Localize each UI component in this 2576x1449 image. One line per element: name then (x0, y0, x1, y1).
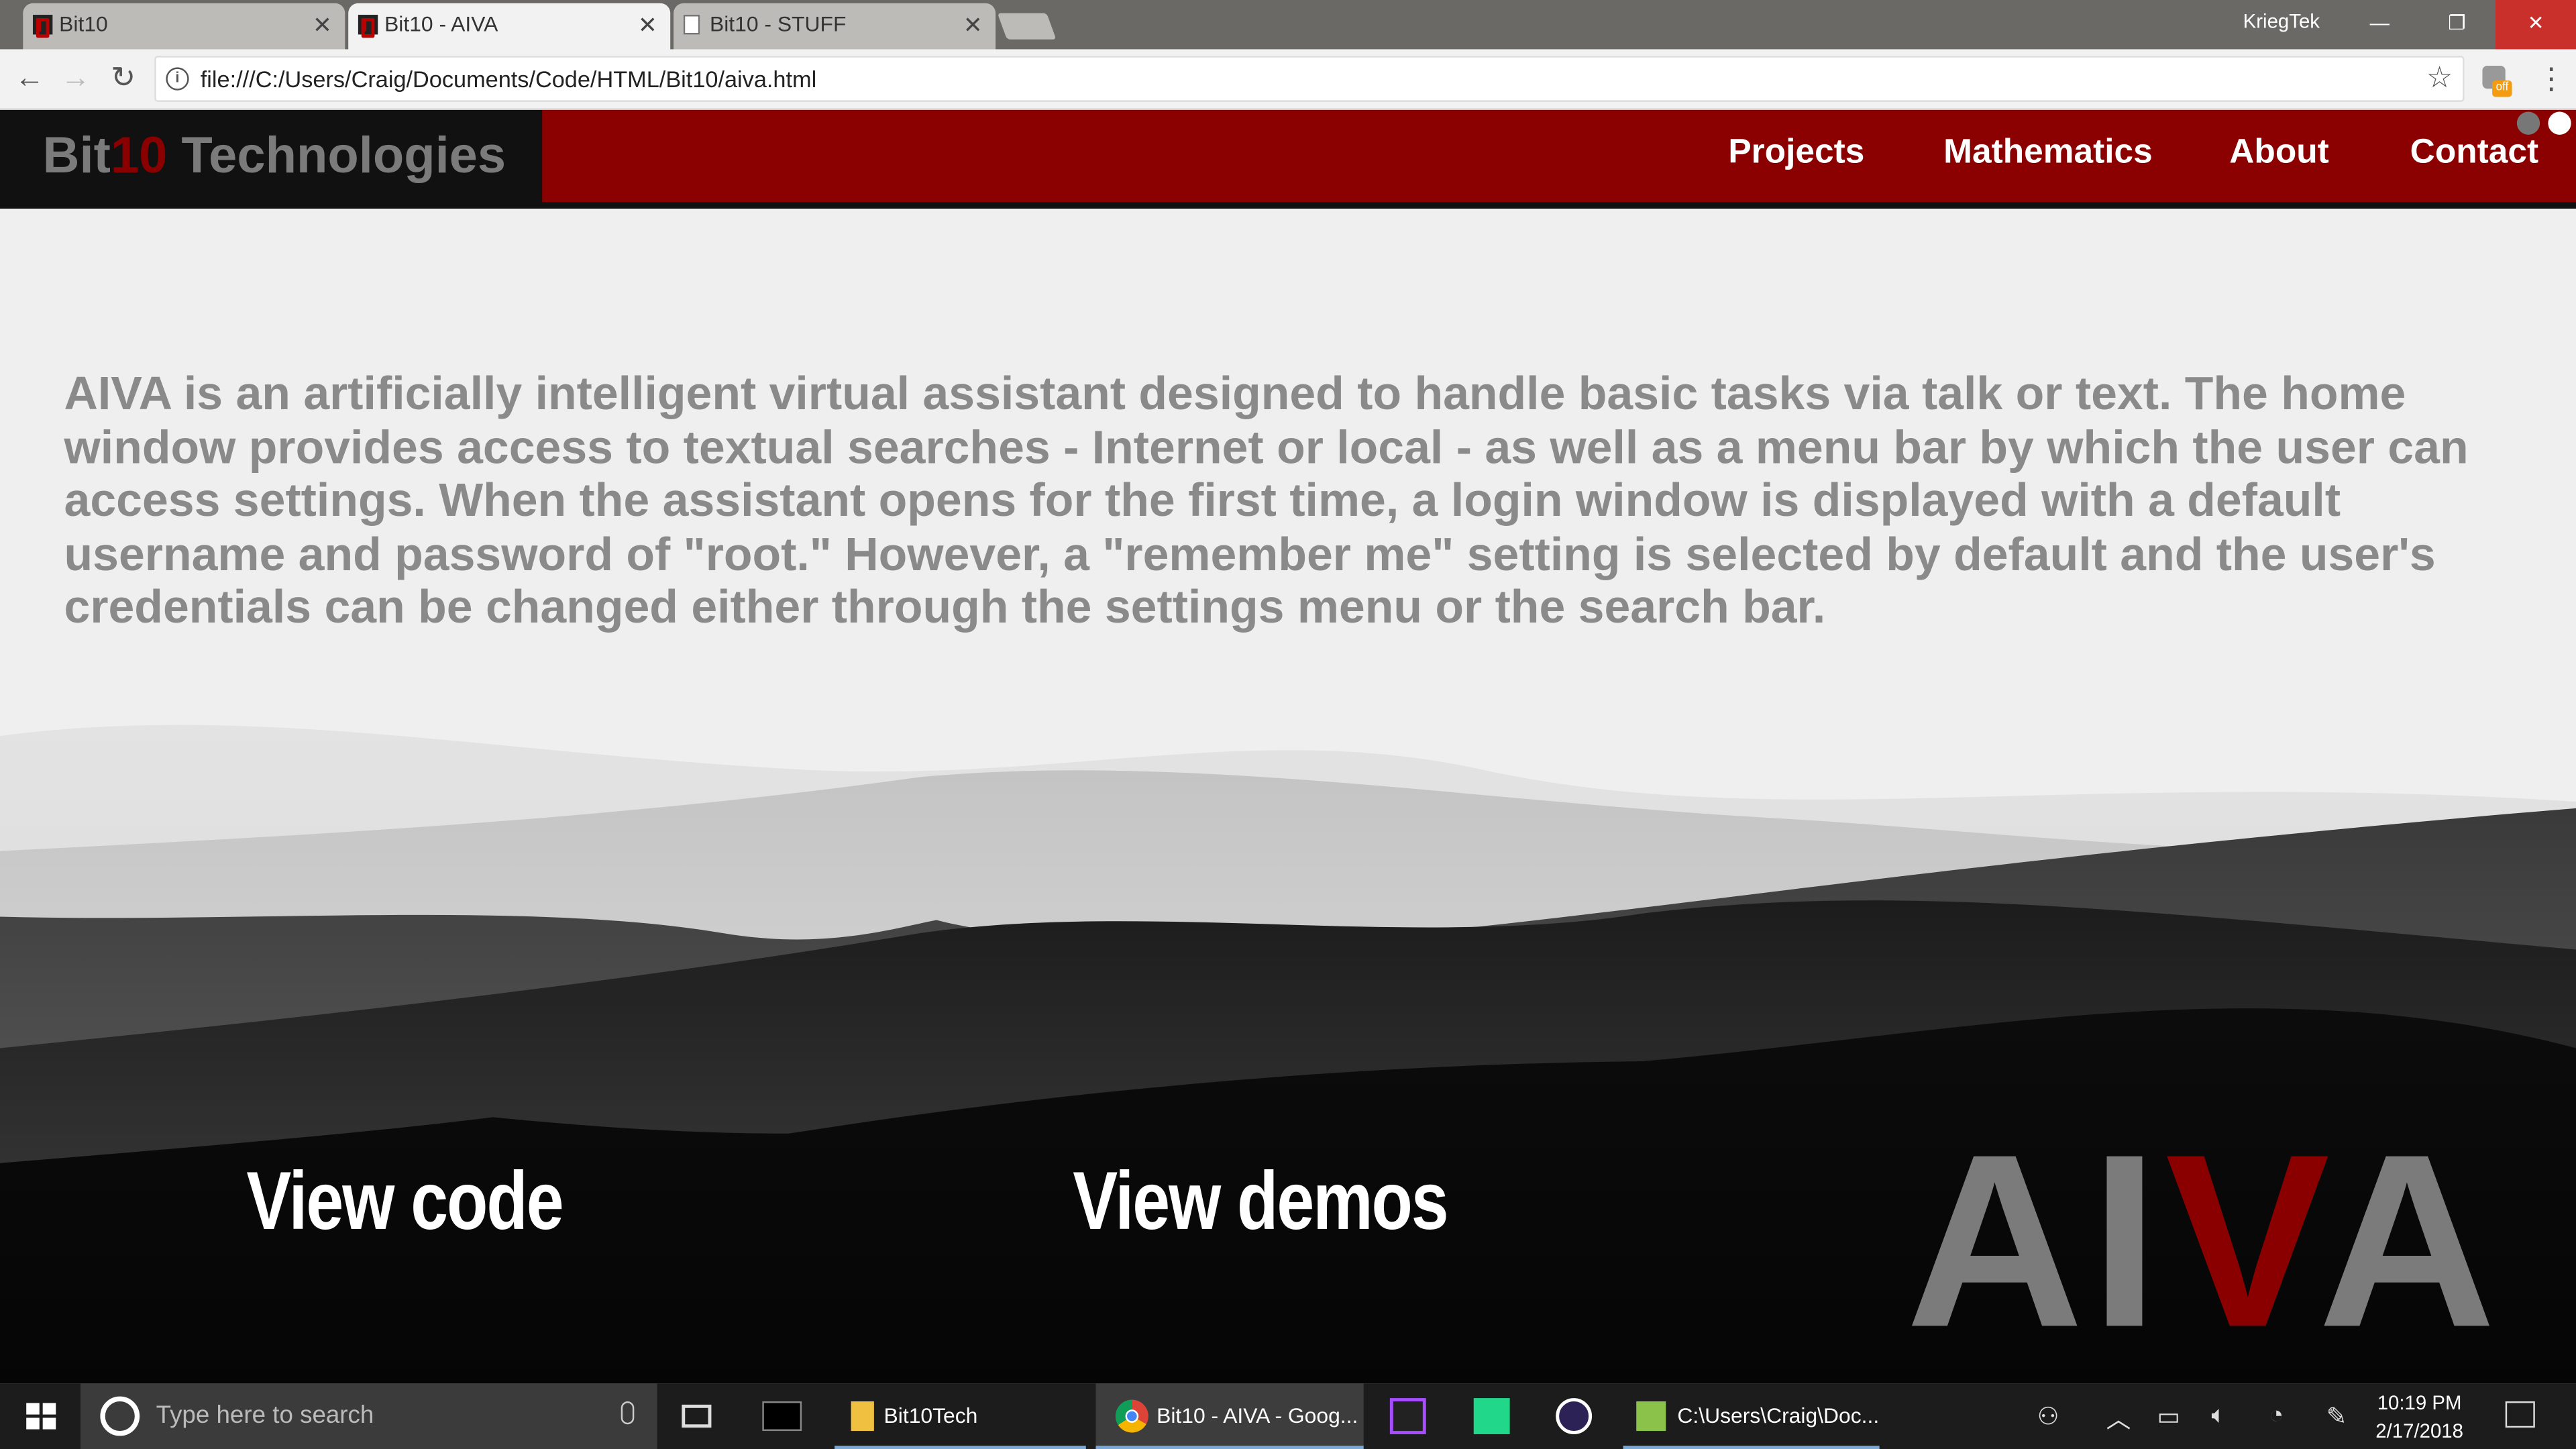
close-window-icon[interactable]: ✕ (2496, 0, 2576, 50)
taskbar-item-explorer[interactable]: Bit10Tech (835, 1383, 1086, 1449)
notepadpp-icon (1636, 1401, 1666, 1432)
folder-icon (851, 1401, 874, 1432)
volume-icon[interactable]: 🔈︎ (2211, 1401, 2226, 1430)
theme-dot-dark[interactable] (2516, 111, 2540, 135)
browser-tab-bar: Bit10 ✕ Bit10 - AIVA ✕ Bit10 - STUFF ✕ K… (0, 0, 2576, 50)
nav-contact[interactable]: Contact (2410, 133, 2538, 172)
tab-bit10[interactable]: Bit10 ✕ (23, 3, 345, 50)
main-content: AIVA is an artificially intelligent virt… (0, 210, 2576, 1384)
back-icon[interactable]: ← (11, 61, 48, 95)
tab-title: Bit10 - AIVA (384, 11, 498, 36)
eclipse-icon[interactable] (1556, 1398, 1593, 1434)
new-tab-button[interactable] (997, 13, 1057, 40)
forward-icon[interactable]: → (58, 61, 94, 95)
windows-start-icon[interactable] (26, 1403, 56, 1430)
profile-name[interactable]: KriegTek (2243, 10, 2320, 33)
intellij-icon[interactable] (1389, 1398, 1426, 1434)
view-code-link[interactable]: View code (246, 1153, 564, 1248)
aiva-logo: AIVA (1906, 1117, 2503, 1363)
tab-title: Bit10 - STUFF (709, 11, 847, 36)
taskbar-item-label: Bit10 - AIVA - Goog... (1157, 1403, 1358, 1428)
aiva-description: AIVA is an artificially intelligent virt… (64, 368, 2469, 635)
browser-menu-icon[interactable]: ⋮ (2536, 62, 2566, 97)
clock-date: 2/17/2018 (2375, 1419, 2464, 1443)
windows-taskbar: Type here to search Bit10Tech Bit10 - AI… (0, 1383, 2576, 1449)
close-tab-icon[interactable]: ✕ (638, 3, 657, 46)
brand-suffix: Technologies (167, 126, 506, 184)
nav-mathematics[interactable]: Mathematics (1943, 133, 2153, 172)
document-icon (683, 15, 700, 35)
extension-icon[interactable]: off (2481, 65, 2514, 99)
bit10-favicon-icon (358, 15, 378, 38)
extension-badge: off (2492, 80, 2512, 97)
pycharm-icon[interactable] (1473, 1398, 1510, 1434)
info-icon[interactable]: i (166, 67, 189, 91)
logo-v: V (2165, 1102, 2318, 1379)
microphone-icon[interactable] (621, 1401, 635, 1425)
tab-bit10-stuff[interactable]: Bit10 - STUFF ✕ (674, 3, 996, 50)
pen-icon[interactable]: ✎ (2326, 1401, 2347, 1431)
reload-icon[interactable]: ↻ (105, 61, 142, 95)
close-tab-icon[interactable]: ✕ (963, 3, 983, 46)
browser-toolbar: ← → ↻ i file:///C:/Users/Craig/Documents… (0, 49, 2576, 111)
logo-a: A (2318, 1102, 2503, 1379)
battery-icon[interactable]: ▭ (2157, 1401, 2181, 1431)
action-center-icon[interactable] (2505, 1401, 2535, 1428)
site-brand[interactable]: Bit10 Technologies (0, 110, 543, 203)
bit10-favicon-icon (32, 15, 53, 38)
theme-dot-light[interactable] (2548, 111, 2571, 135)
logo-ai: AI (1905, 1102, 2165, 1379)
system-clock[interactable]: 10:19 PM 2/17/2018 (2375, 1390, 2463, 1446)
nav-bar: Projects Mathematics About Contact (542, 110, 2576, 203)
terminal-icon[interactable] (762, 1401, 802, 1432)
minimize-icon[interactable]: — (2341, 0, 2418, 49)
taskbar-item-label: C:\Users\Craig\Doc... (1677, 1403, 1880, 1428)
address-bar[interactable]: i file:///C:/Users/Craig/Documents/Code/… (154, 56, 2465, 102)
taskbar-item-notepad[interactable]: C:\Users\Craig\Doc... (1623, 1383, 1880, 1449)
url-text[interactable]: file:///C:/Users/Craig/Documents/Code/HT… (201, 66, 816, 92)
close-tab-icon[interactable]: ✕ (313, 3, 332, 46)
task-view-icon[interactable] (682, 1404, 712, 1428)
show-hidden-icons-icon[interactable]: ︿ (2106, 1401, 2131, 1436)
tab-bit10-aiva[interactable]: Bit10 - AIVA ✕ (348, 3, 671, 50)
people-icon[interactable]: ⚇ (2037, 1401, 2059, 1431)
taskbar-item-label: Bit10Tech (883, 1403, 978, 1428)
taskbar-item-chrome[interactable]: Bit10 - AIVA - Goog... (1095, 1383, 1364, 1449)
taskbar-search[interactable]: Type here to search (80, 1383, 657, 1449)
cortana-icon[interactable] (100, 1396, 140, 1436)
nav-projects[interactable]: Projects (1728, 133, 1864, 172)
site-header: Bit10 Technologies Projects Mathematics … (0, 110, 2576, 209)
restore-icon[interactable]: ❐ (2418, 0, 2496, 49)
nav-about[interactable]: About (2229, 133, 2329, 172)
search-placeholder[interactable]: Type here to search (156, 1401, 374, 1430)
clock-time: 10:19 PM (2377, 1391, 2462, 1415)
brand-prefix: Bit (42, 126, 111, 184)
brand-accent: 10 (110, 126, 168, 184)
tab-title: Bit10 (59, 11, 108, 36)
view-demos-link[interactable]: View demos (1073, 1153, 1448, 1248)
bookmark-star-icon[interactable]: ☆ (2426, 61, 2453, 95)
wifi-icon[interactable]: ◔ (2269, 1401, 2284, 1430)
